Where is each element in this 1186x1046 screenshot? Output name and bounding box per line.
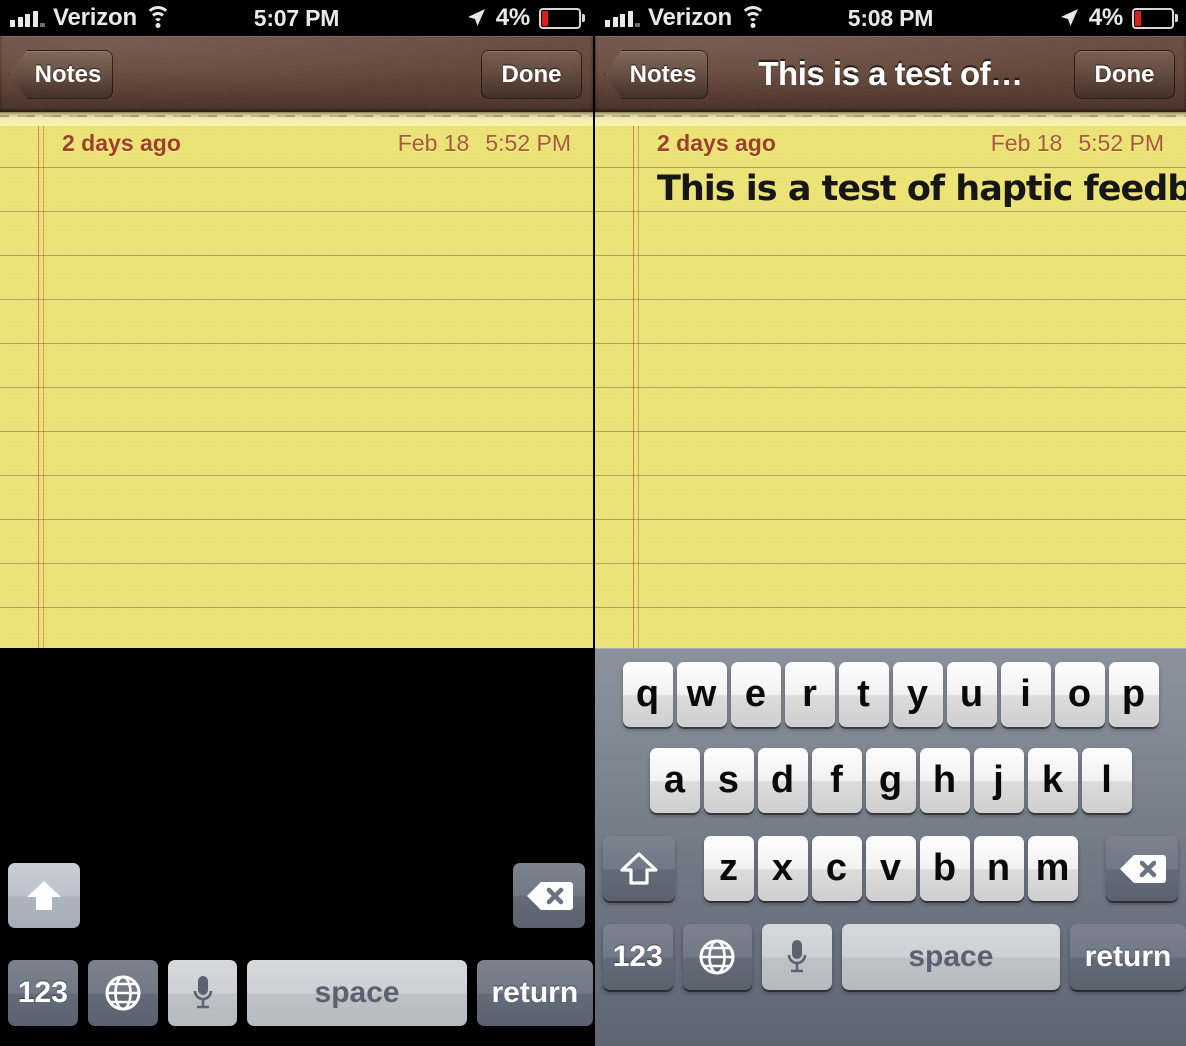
dictation-key[interactable] <box>762 924 832 990</box>
note-time: 5:52 PM <box>1078 130 1164 156</box>
note-date: Feb 18 <box>990 130 1063 156</box>
back-button[interactable]: Notes <box>604 50 708 99</box>
key-q[interactable]: q <box>622 662 673 727</box>
carrier-label: Verizon <box>648 4 732 31</box>
key-l[interactable]: l <box>1081 748 1132 813</box>
note-paper-left[interactable]: 2 days ago Feb 18 5:52 PM <box>0 112 593 648</box>
globe-key[interactable] <box>87 960 158 1026</box>
key-n[interactable]: n <box>973 836 1024 901</box>
key-p[interactable]: p <box>1108 662 1159 727</box>
dual-screenshot-stage: Verizon 5:07 PM 4% Notes Done 2 days ago… <box>0 0 1186 1046</box>
done-button[interactable]: Done <box>481 50 582 99</box>
key-v[interactable]: v <box>865 836 916 901</box>
key-z[interactable]: z <box>703 836 754 901</box>
keyboard-row-4: 123 space return <box>595 924 1186 990</box>
shift-key[interactable] <box>8 863 80 928</box>
key-x[interactable]: x <box>757 836 808 901</box>
note-body-right[interactable]: This is a test of haptic feedback. <box>657 164 1186 214</box>
back-button[interactable]: Notes <box>9 50 113 99</box>
ruled-lines <box>0 112 593 648</box>
status-bar-right: Verizon 5:08 PM 4% <box>595 0 1186 36</box>
key-c[interactable]: c <box>811 836 862 901</box>
margin-rule <box>633 112 634 648</box>
location-arrow-icon <box>465 7 487 29</box>
battery-percent-label: 4% <box>1088 4 1123 31</box>
battery-percent-label: 4% <box>495 4 530 31</box>
margin-rule-secondary <box>43 112 44 648</box>
status-right-group: 4% <box>1058 4 1186 32</box>
note-paper-right[interactable]: 2 days ago Feb 18 5:52 PM This is a test… <box>595 112 1186 648</box>
paper-torn-edge <box>0 112 593 126</box>
key-o[interactable]: o <box>1054 662 1105 727</box>
key-i[interactable]: i <box>1000 662 1051 727</box>
keyboard-row-bottom: 123 space return <box>0 960 593 1026</box>
space-key[interactable]: space <box>247 960 467 1026</box>
key-r[interactable]: r <box>784 662 835 727</box>
note-meta-left: 2 days ago Feb 18 5:52 PM <box>62 130 571 157</box>
dictation-key[interactable] <box>167 960 238 1026</box>
delete-key[interactable] <box>1106 836 1178 901</box>
key-m[interactable]: m <box>1027 836 1078 901</box>
status-left-group: Verizon <box>0 4 171 32</box>
keyboard-row-2: asdfghjkl <box>595 748 1186 813</box>
nav-bar-left: Notes Done <box>0 36 593 112</box>
shift-key[interactable] <box>603 836 675 901</box>
note-time: 5:52 PM <box>485 130 571 156</box>
signal-bars-icon <box>10 9 45 27</box>
numeric-key[interactable]: 123 <box>8 960 78 1026</box>
delete-key[interactable] <box>513 863 585 928</box>
location-arrow-icon <box>1058 7 1080 29</box>
note-body-text: This is a test of haptic feedback. <box>657 169 1186 209</box>
keyboard-row-modifiers <box>0 863 593 928</box>
key-s[interactable]: s <box>703 748 754 813</box>
key-j[interactable]: j <box>973 748 1024 813</box>
note-timestamp: Feb 18 5:52 PM <box>991 130 1164 157</box>
note-date: Feb 18 <box>397 130 470 156</box>
wifi-icon <box>144 5 171 28</box>
key-a[interactable]: a <box>649 748 700 813</box>
status-bar-left: Verizon 5:07 PM 4% <box>0 0 593 36</box>
battery-icon <box>1132 7 1178 29</box>
globe-key[interactable] <box>682 924 753 990</box>
signal-bars-icon <box>605 9 640 27</box>
keyboard-row-3: zxcvbnm <box>595 836 1186 901</box>
screenshot-left: Verizon 5:07 PM 4% Notes Done 2 days ago… <box>0 0 593 1046</box>
key-d[interactable]: d <box>757 748 808 813</box>
margin-rule <box>38 112 39 648</box>
carrier-label: Verizon <box>53 4 137 31</box>
key-g[interactable]: g <box>865 748 916 813</box>
wifi-icon <box>739 5 766 28</box>
margin-rule-secondary <box>638 112 639 648</box>
key-f[interactable]: f <box>811 748 862 813</box>
key-y[interactable]: y <box>892 662 943 727</box>
key-k[interactable]: k <box>1027 748 1078 813</box>
status-left-group: Verizon <box>595 4 766 32</box>
battery-icon <box>539 7 585 29</box>
key-b[interactable]: b <box>919 836 970 901</box>
note-timestamp: Feb 18 5:52 PM <box>398 130 571 157</box>
paper-texture <box>0 112 593 648</box>
keyboard-right[interactable]: qwertyuiop asdfghjkl zxcvbnm 123 space r… <box>595 648 1186 1046</box>
keyboard-row-3-letters: zxcvbnm <box>703 836 1078 901</box>
key-e[interactable]: e <box>730 662 781 727</box>
return-key[interactable]: return <box>1070 924 1186 990</box>
nav-bar-right: Notes This is a test of… Done <box>595 36 1186 112</box>
screenshot-right: Verizon 5:08 PM 4% Notes This is a test … <box>593 0 1186 1046</box>
keyboard-row-1: qwertyuiop <box>595 662 1186 727</box>
key-t[interactable]: t <box>838 662 889 727</box>
note-meta-right: 2 days ago Feb 18 5:52 PM <box>657 130 1164 157</box>
return-key[interactable]: return <box>476 960 593 1026</box>
numeric-key[interactable]: 123 <box>603 924 673 990</box>
note-relative-date: 2 days ago <box>657 130 776 156</box>
status-right-group: 4% <box>465 4 593 32</box>
note-relative-date: 2 days ago <box>62 130 181 156</box>
paper-torn-edge <box>595 112 1186 126</box>
key-u[interactable]: u <box>946 662 997 727</box>
key-w[interactable]: w <box>676 662 727 727</box>
done-button[interactable]: Done <box>1074 50 1175 99</box>
key-h[interactable]: h <box>919 748 970 813</box>
nav-title: This is a test of… <box>758 55 1023 92</box>
keyboard-left[interactable]: 123 space return <box>0 648 593 1046</box>
space-key[interactable]: space <box>841 924 1061 990</box>
